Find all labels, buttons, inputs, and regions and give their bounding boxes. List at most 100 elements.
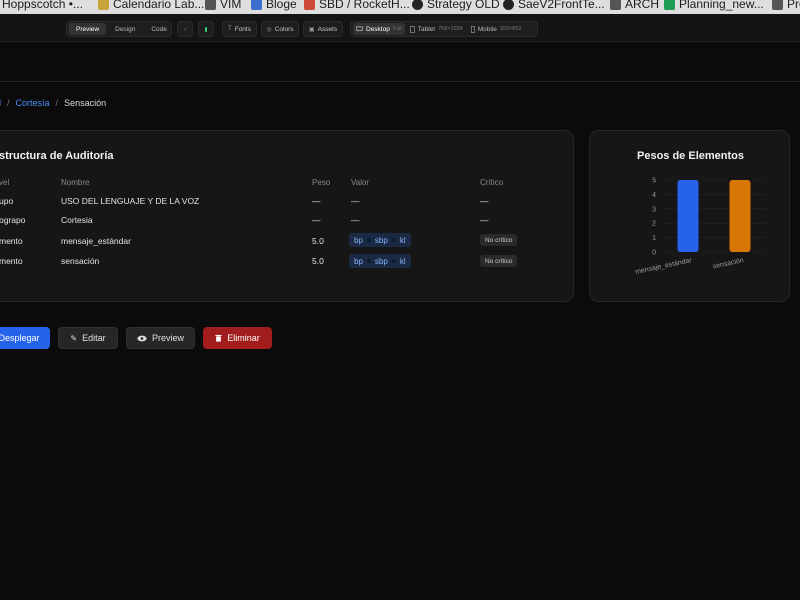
column-header-nivel: vel (0, 178, 10, 187)
row-1-nivel: upo (0, 196, 14, 206)
row-2-peso: — (312, 215, 321, 225)
trash-icon (215, 334, 222, 342)
row-3-peso: 5.0 (312, 236, 324, 246)
bookmark-hoppscotch[interactable]: Hoppscotch •... (2, 0, 83, 13)
column-header-critico: Crítico (480, 178, 504, 187)
tab-preview[interactable]: Preview (69, 23, 107, 35)
row-1-nombre: USO DEL LENGUAJE Y DE LA VOZ (61, 196, 200, 206)
tab-design[interactable]: Design (108, 23, 142, 35)
row-4-nivel: mento (0, 256, 23, 266)
column-header-peso: Peso (312, 178, 331, 187)
header-divider (0, 81, 800, 82)
tag-separator-icon (366, 238, 371, 242)
device-desktop[interactable]: Desktop Full (353, 23, 405, 35)
tab-code[interactable]: Code (144, 23, 174, 35)
eye-icon (137, 335, 147, 341)
sheets-icon (664, 0, 675, 10)
row-1-peso: — (312, 196, 321, 206)
y-tick-label: 2 (652, 221, 656, 228)
status-indicator-icon (205, 26, 207, 32)
app-window: Hoppscotch •... Calendario Lab... VIM Bl… (0, 0, 800, 600)
palette-icon: ◎ (266, 26, 272, 33)
tag-bp: bp (354, 256, 363, 266)
assets-button[interactable]: ▣ Assets (303, 21, 343, 37)
preview-button[interactable]: Preview (126, 327, 195, 349)
bar-sensación (729, 180, 751, 252)
x-tick-label: mensaje_estándar (635, 257, 693, 276)
bookmark-saev2[interactable]: SaeV2FrontTe... (503, 0, 605, 13)
folder-icon (610, 0, 621, 10)
delete-button[interactable]: Eliminar (203, 327, 272, 349)
blog-icon (251, 0, 262, 10)
bar-mensaje_estándar (677, 180, 699, 252)
device-tablet[interactable]: Tablet 768×1024 (407, 23, 466, 35)
tablet-icon (409, 25, 415, 33)
tag-separator-icon (391, 238, 396, 242)
row-1-critico: — (480, 196, 489, 206)
audit-structure-card: structura de Auditoría vel Nombre Peso V… (0, 130, 574, 302)
bookmark-vim[interactable]: VIM (205, 0, 241, 13)
refresh-button[interactable] (177, 21, 193, 37)
device-mobile[interactable]: Mobile 393×852 (468, 23, 525, 35)
github-icon (412, 0, 423, 10)
tag-sbp: sbp (374, 256, 388, 266)
breadcrumb: d / Cortesía / Sensación (0, 98, 106, 108)
device-toggle: Desktop Full Tablet 768×1024 Mobile 393×… (350, 21, 538, 37)
row-4-peso: 5.0 (312, 256, 324, 266)
calendar-icon (98, 0, 109, 10)
weights-bar-chart: 0 1 2 3 4 5 mensaje_estándar sensación (635, 178, 766, 276)
bookmark-arch[interactable]: ARCH (610, 0, 659, 13)
bookmark-sbd[interactable]: SBD / RocketH... (304, 0, 410, 13)
breadcrumb-link-cortesia[interactable]: Cortesía (16, 98, 50, 108)
y-tick-label: 0 (652, 250, 656, 257)
tag-separator-icon (391, 259, 396, 263)
colors-button[interactable]: ◎ Colors (261, 21, 299, 37)
tag-sbp: sbp (374, 235, 388, 245)
breadcrumb-link-root[interactable]: d (0, 98, 1, 108)
fonts-button[interactable]: T Fonts (222, 21, 257, 37)
row-1-valor: — (351, 196, 360, 206)
view-mode-toggle: Preview Design Code (66, 21, 172, 37)
column-header-nombre: Nombre (61, 178, 90, 187)
breadcrumb-current: Sensación (64, 98, 107, 108)
rocket-icon (304, 0, 315, 10)
bookmark-pro[interactable]: Pro (772, 0, 800, 13)
weights-chart-card: Pesos de Elementos 0 1 2 3 4 5 mensaje_estánda… (589, 130, 790, 302)
y-tick-label: 3 (652, 206, 656, 213)
deploy-button[interactable]: Desplegar (0, 327, 50, 349)
image-icon: ▣ (308, 26, 315, 33)
tag-separator-icon (366, 259, 371, 263)
audit-structure-title: structura de Auditoría (0, 150, 114, 162)
mobile-icon (470, 25, 475, 33)
row-3-value-tags: bp sbp kl (349, 233, 411, 247)
bookmark-planning[interactable]: Planning_new... (664, 0, 764, 13)
row-3-nivel: mento (0, 236, 23, 246)
bookmarks-bar: Hoppscotch •... Calendario Lab... VIM Bl… (0, 0, 800, 14)
pencil-icon: ✎ (70, 333, 78, 343)
bookmark-strategy[interactable]: Strategy OLD (412, 0, 500, 13)
status-button[interactable] (198, 21, 214, 37)
bookmark-calendario[interactable]: Calendario Lab... (98, 0, 204, 13)
row-2-critico: — (480, 215, 489, 225)
chart-title: Pesos de Elementos (637, 150, 744, 162)
refresh-icon (184, 28, 186, 30)
editor-toolbar: Preview Design Code T Fonts ◎ Colors ▣ A… (0, 14, 800, 42)
row-2-nivel: ograpo (0, 215, 26, 225)
desktop-icon (356, 26, 363, 31)
breadcrumb-separator: / (55, 98, 59, 108)
y-tick-label: 4 (652, 192, 656, 199)
github-icon (503, 0, 514, 10)
row-2-valor: — (351, 215, 360, 225)
y-tick-label: 1 (652, 235, 656, 242)
row-4-critical-badge: No crítico (480, 255, 518, 267)
tag-bp: bp (354, 235, 363, 245)
y-tick-label: 5 (652, 178, 656, 185)
bookmark-bloge[interactable]: Bloge (251, 0, 297, 13)
folder-icon (772, 0, 783, 10)
edit-button[interactable]: ✎ Editar (58, 327, 118, 349)
x-tick-label: sensación (712, 257, 744, 270)
fonts-icon: T (228, 26, 232, 32)
vim-icon (205, 0, 216, 10)
breadcrumb-separator: / (7, 98, 10, 108)
tag-kl: kl (399, 235, 406, 245)
